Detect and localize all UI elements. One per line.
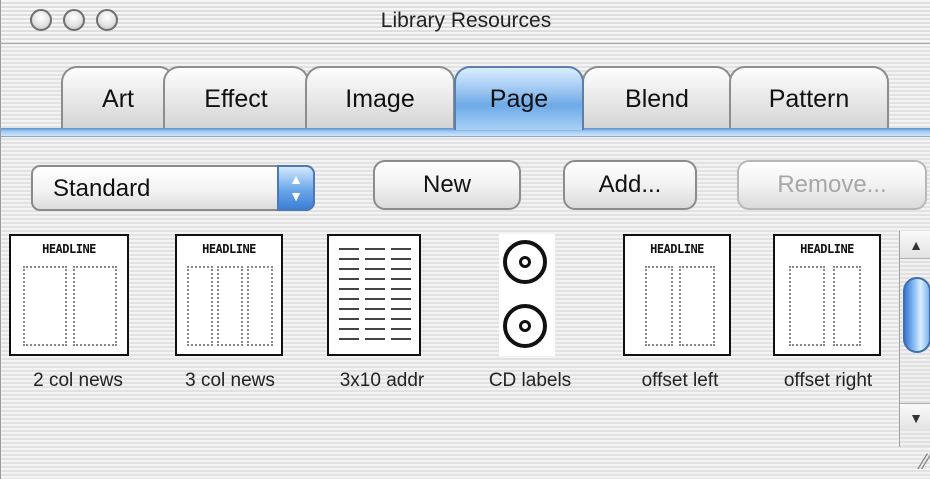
address-line xyxy=(365,308,385,310)
scroll-up-arrow-icon[interactable]: ▲ xyxy=(900,231,930,259)
offset-left-layout-icon: HEADLINE xyxy=(623,234,731,356)
thumbnail-headline: HEADLINE xyxy=(650,242,704,256)
column-placeholder xyxy=(645,266,673,346)
address-line xyxy=(339,248,359,250)
resource-grid: HEADLINE 2 col news HEADLINE 3 col news … xyxy=(1,226,901,426)
column-placeholder xyxy=(187,266,213,346)
grid-item-3-col-news[interactable]: HEADLINE 3 col news xyxy=(155,226,305,426)
cd-disc-icon xyxy=(503,304,547,348)
window-title: Library Resources xyxy=(380,9,552,32)
address-line xyxy=(339,318,359,320)
address-line xyxy=(365,278,385,280)
new-button[interactable]: New xyxy=(373,160,521,210)
remove-button[interactable]: Remove... xyxy=(737,160,927,210)
thumbnail-headline: HEADLINE xyxy=(42,242,96,256)
item-label: 2 col news xyxy=(33,370,123,391)
grid-item-offset-right[interactable]: HEADLINE offset right xyxy=(753,226,903,426)
address-line xyxy=(339,258,359,260)
tab-image[interactable]: Image xyxy=(305,66,455,130)
grid-item-cd-labels[interactable]: CD labels xyxy=(455,226,605,426)
address-line xyxy=(391,278,411,280)
item-label: 3x10 addr xyxy=(339,370,425,391)
title-bar[interactable]: Library Resources xyxy=(1,0,930,44)
address-line xyxy=(365,318,385,320)
item-label: 3 col news xyxy=(185,370,275,391)
column-placeholder xyxy=(23,266,67,346)
address-line xyxy=(339,298,359,300)
column-placeholder xyxy=(679,266,715,346)
address-line xyxy=(391,288,411,290)
cd-hole xyxy=(519,320,531,332)
address-line xyxy=(391,328,411,330)
address-line xyxy=(339,308,359,310)
address-line xyxy=(339,268,359,270)
grid-item-offset-left[interactable]: HEADLINE offset left xyxy=(605,226,755,426)
address-line xyxy=(339,338,359,340)
address-line xyxy=(365,288,385,290)
grid-item-2-col-news[interactable]: HEADLINE 2 col news xyxy=(3,226,153,426)
address-line xyxy=(339,288,359,290)
address-labels-icon xyxy=(327,234,421,356)
address-line xyxy=(339,328,359,330)
address-line xyxy=(391,258,411,260)
column-placeholder xyxy=(217,266,243,346)
address-line xyxy=(365,338,385,340)
address-line xyxy=(391,318,411,320)
address-line xyxy=(391,308,411,310)
tab-blend[interactable]: Blend xyxy=(582,66,732,130)
item-label: CD labels xyxy=(488,370,572,391)
address-line xyxy=(339,278,359,280)
column-placeholder xyxy=(833,266,861,346)
cd-hole xyxy=(519,256,531,268)
item-label: offset left xyxy=(641,370,719,391)
column-placeholder xyxy=(247,266,273,346)
address-line xyxy=(365,248,385,250)
category-select[interactable]: Standard ▲ ▼ xyxy=(31,165,315,211)
offset-right-layout-icon: HEADLINE xyxy=(773,234,881,356)
cd-disc-icon xyxy=(503,240,547,284)
cd-labels-icon xyxy=(499,234,555,356)
address-line xyxy=(391,268,411,270)
thumbnail-headline: HEADLINE xyxy=(800,242,854,256)
scroll-down-arrow-icon[interactable]: ▼ xyxy=(900,403,930,431)
address-line xyxy=(365,298,385,300)
address-line xyxy=(391,338,411,340)
address-line xyxy=(391,298,411,300)
resize-grip-icon[interactable]: ⁄⁄ xyxy=(903,448,929,476)
scroll-thumb[interactable] xyxy=(903,277,930,353)
vertical-scrollbar[interactable]: ▲ ▼ xyxy=(899,231,930,447)
address-line xyxy=(365,328,385,330)
library-resources-window: Library Resources Art Effect Image Page … xyxy=(0,0,930,479)
select-arrows-icon: ▲ ▼ xyxy=(277,165,315,211)
thumbnail-headline: HEADLINE xyxy=(202,242,256,256)
tab-page[interactable]: Page xyxy=(454,66,584,130)
tab-effect[interactable]: Effect xyxy=(163,66,309,130)
item-label: offset right xyxy=(783,370,873,391)
three-column-newsletter-icon: HEADLINE xyxy=(175,234,283,356)
column-placeholder xyxy=(73,266,117,346)
address-line xyxy=(365,268,385,270)
grid-item-3x10-addr[interactable]: 3x10 addr xyxy=(307,226,457,426)
tab-art[interactable]: Art xyxy=(61,66,175,130)
tab-pattern[interactable]: Pattern xyxy=(729,66,889,130)
address-line xyxy=(391,248,411,250)
add-button[interactable]: Add... xyxy=(563,160,697,210)
two-column-newsletter-icon: HEADLINE xyxy=(9,234,129,356)
category-select-value: Standard xyxy=(53,175,151,202)
column-placeholder xyxy=(789,266,825,346)
address-line xyxy=(365,258,385,260)
